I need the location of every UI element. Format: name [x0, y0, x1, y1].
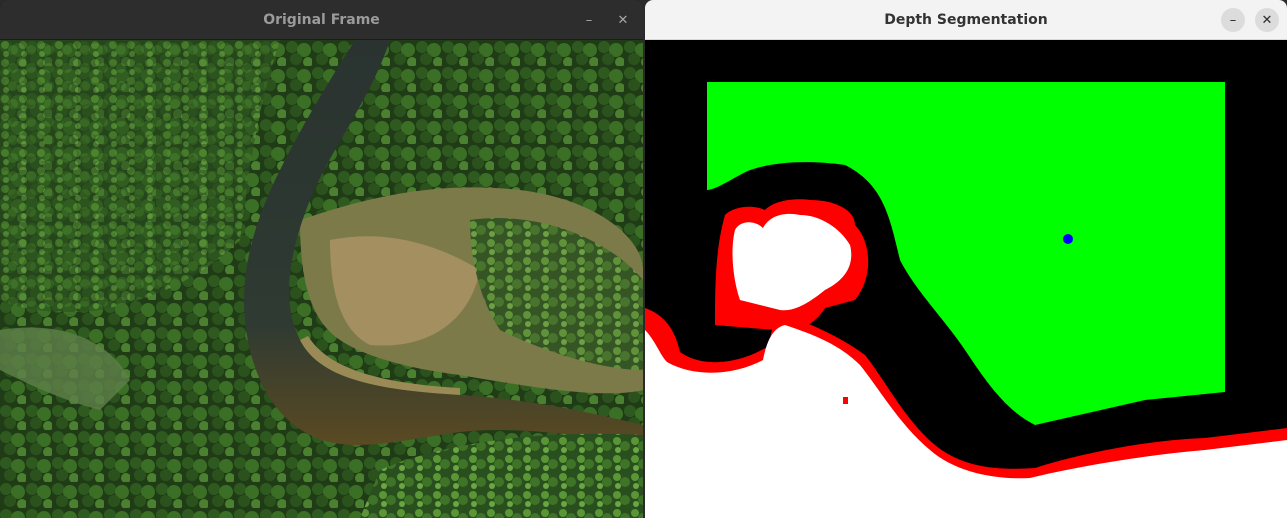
blue-marker	[1063, 234, 1073, 244]
window-controls: – ✕	[1221, 8, 1279, 32]
depth-segmentation-window[interactable]: Depth Segmentation – ✕	[645, 0, 1287, 518]
aerial-forest-river-image	[0, 40, 643, 518]
red-speck	[843, 397, 848, 404]
window-title: Original Frame	[263, 11, 380, 28]
segmentation-mask	[645, 40, 1287, 518]
minimize-button[interactable]: –	[1221, 8, 1245, 32]
original-frame-window[interactable]: Original Frame – ✕	[0, 0, 643, 518]
original-frame-view	[0, 40, 643, 518]
titlebar[interactable]: Depth Segmentation – ✕	[645, 0, 1287, 40]
segmentation-view	[645, 40, 1287, 518]
close-button[interactable]: ✕	[1255, 8, 1279, 32]
close-button[interactable]: ✕	[611, 8, 635, 32]
minimize-button[interactable]: –	[577, 8, 601, 32]
titlebar[interactable]: Original Frame – ✕	[0, 0, 643, 40]
window-controls: – ✕	[577, 8, 635, 32]
window-title: Depth Segmentation	[884, 11, 1048, 28]
